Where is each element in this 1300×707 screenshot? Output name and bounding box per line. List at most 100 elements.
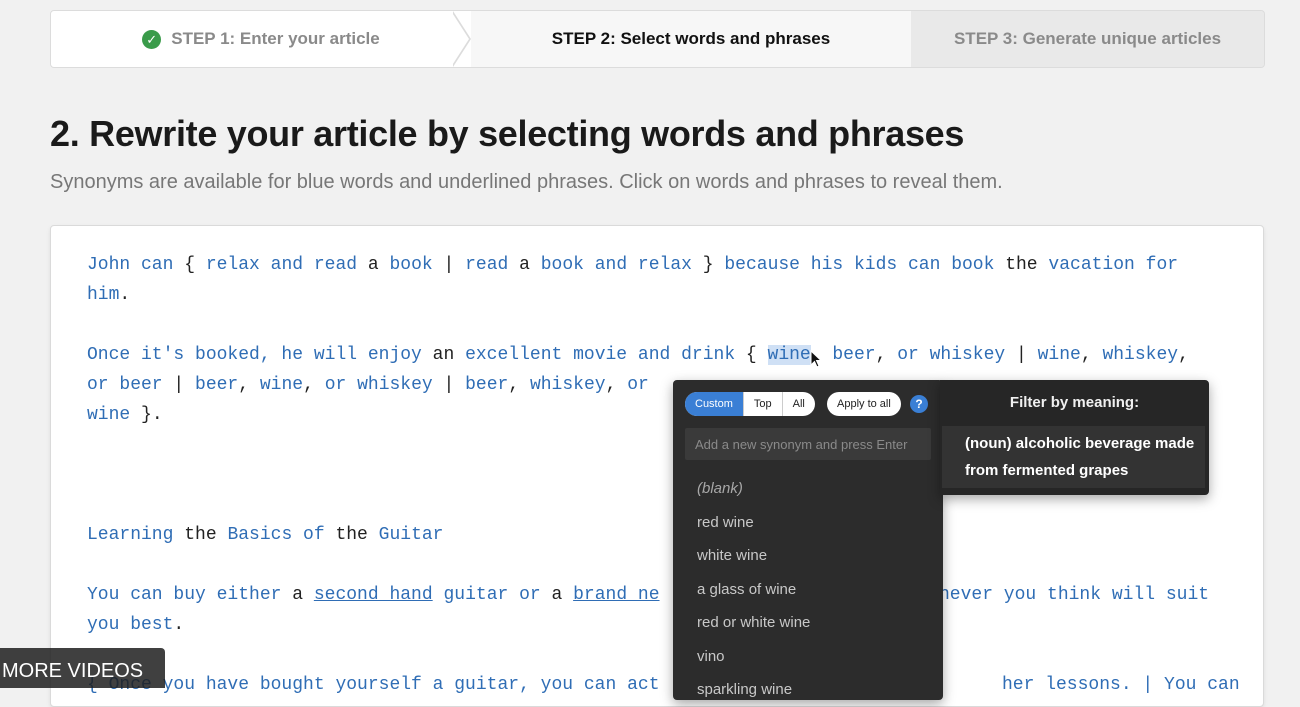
- step-arrow: [889, 11, 907, 67]
- plain-text: a: [281, 585, 314, 605]
- synonym-word[interactable]: wine: [767, 345, 811, 365]
- step-progress: ✓ STEP 1: Enter your article STEP 2: Sel…: [50, 10, 1265, 68]
- synonym-word[interactable]: or whiskey: [325, 375, 433, 395]
- synonym-item[interactable]: red or white wine: [673, 606, 943, 640]
- synonym-word[interactable]: him: [87, 285, 119, 305]
- step-2[interactable]: STEP 2: Select words and phrases: [471, 11, 911, 67]
- synonym-item[interactable]: vino: [673, 640, 943, 674]
- article-line[interactable]: Once it's booked, he will enjoy an excel…: [87, 345, 1189, 365]
- plain-text: the: [173, 525, 228, 545]
- synonym-word[interactable]: second hand: [314, 585, 433, 605]
- check-icon: ✓: [142, 29, 162, 49]
- help-icon[interactable]: ?: [910, 395, 928, 413]
- synonym-word[interactable]: wine: [87, 405, 130, 425]
- meaning-option[interactable]: (noun) alcoholic beverage made from ferm…: [942, 426, 1205, 488]
- plain-text: ,: [875, 345, 898, 365]
- synonym-word[interactable]: guitar or: [443, 585, 540, 605]
- article-line[interactable]: or beer | beer, wine, or whiskey | beer,…: [87, 375, 649, 395]
- synonym-word[interactable]: beer: [195, 375, 238, 395]
- synonym-source-toggle: Custom Top All: [685, 392, 815, 416]
- plain-text: ,: [508, 375, 530, 395]
- synonym-item[interactable]: white wine: [673, 539, 943, 573]
- plain-text: a: [508, 255, 541, 275]
- article-heading-line[interactable]: Learning the Basics of the Guitar: [87, 525, 443, 545]
- synonym-word[interactable]: Once it's booked, he will enjoy: [87, 345, 422, 365]
- plain-text: .: [119, 285, 131, 305]
- filter-title: Filter by meaning:: [1009, 394, 1140, 411]
- step-1[interactable]: ✓ STEP 1: Enter your article: [51, 11, 471, 67]
- synonym-word[interactable]: Guitar: [379, 525, 444, 545]
- article-line[interactable]: wine }.: [87, 405, 163, 425]
- plain-text: ,: [1178, 345, 1189, 365]
- synonym-item[interactable]: sparkling wine: [673, 673, 943, 707]
- synonym-item[interactable]: a glass of wine: [673, 573, 943, 607]
- synonym-word[interactable]: Learning: [87, 525, 173, 545]
- step-3-label: STEP 3: Generate unique articles: [953, 29, 1222, 48]
- plain-text: |: [162, 375, 196, 395]
- plain-text: .: [173, 615, 185, 635]
- meaning-filter-panel: Filter by meaning: (noun) alcoholic beve…: [940, 380, 1209, 495]
- step-1-label: STEP 1: Enter your article: [171, 29, 380, 48]
- mouse-cursor-icon: [810, 350, 822, 368]
- synonym-word[interactable]: { Once you have bought yourself a guitar…: [87, 675, 660, 695]
- plain-text: a: [357, 255, 390, 275]
- synonym-word[interactable]: because his kids can book: [724, 255, 994, 275]
- toggle-top[interactable]: Top: [742, 392, 782, 416]
- synonym-word[interactable]: read: [465, 255, 508, 275]
- plain-text: the: [994, 255, 1049, 275]
- plain-text: ,: [1080, 345, 1103, 365]
- article-line[interactable]: You can buy either a second hand guitar …: [87, 585, 660, 605]
- step-2-label: STEP 2: Select words and phrases: [551, 29, 831, 48]
- new-synonym-input[interactable]: [685, 428, 931, 460]
- synonym-word[interactable]: brand ne: [573, 585, 659, 605]
- article-line[interactable]: you best.: [87, 615, 184, 635]
- step-3[interactable]: STEP 3: Generate unique articles: [911, 11, 1264, 67]
- article-line[interactable]: { Once you have bought yourself a guitar…: [87, 675, 660, 695]
- synonym-word[interactable]: book and relax: [541, 255, 692, 275]
- synonym-word[interactable]: John can: [87, 255, 173, 275]
- plain-text: an: [421, 345, 466, 365]
- article-line[interactable]: her lessons. | You can: [1002, 675, 1240, 695]
- synonym-word[interactable]: Basics of: [227, 525, 324, 545]
- plain-text: the: [324, 525, 379, 545]
- article-line[interactable]: never you think will suit: [939, 585, 1209, 605]
- plain-text: |: [432, 255, 466, 275]
- meaning-text-line: (noun) alcoholic beverage made: [965, 435, 1195, 452]
- synonym-word[interactable]: whiskey: [1102, 345, 1178, 365]
- plain-text: ,: [303, 375, 325, 395]
- synonym-word[interactable]: never you think will suit: [939, 585, 1209, 605]
- synonym-word[interactable]: vacation for: [1048, 255, 1178, 275]
- synonym-word[interactable]: beer: [465, 375, 508, 395]
- synonym-word[interactable]: wine: [1038, 345, 1081, 365]
- synonym-word[interactable]: relax and read: [206, 255, 357, 275]
- synonym-word[interactable]: You can buy either: [87, 585, 281, 605]
- meaning-text-line: from fermented grapes: [965, 462, 1129, 479]
- synonym-word[interactable]: whiskey: [530, 375, 606, 395]
- synonym-word[interactable]: or beer: [87, 375, 163, 395]
- toggle-all[interactable]: All: [781, 392, 815, 416]
- plain-text: }: [691, 255, 725, 275]
- synonym-word[interactable]: excellent movie and drink: [465, 345, 735, 365]
- synonym-word[interactable]: wine: [260, 375, 303, 395]
- plain-text: |: [1005, 345, 1038, 365]
- apply-to-all-button[interactable]: Apply to all: [827, 392, 901, 416]
- more-videos-button[interactable]: MORE VIDEOS: [0, 648, 165, 688]
- synonym-word[interactable]: or whiskey: [897, 345, 1005, 365]
- plain-text: [433, 585, 444, 605]
- plain-text: ,: [605, 375, 628, 395]
- synonym-word[interactable]: beer: [832, 345, 875, 365]
- plain-text: ,: [238, 375, 260, 395]
- synonym-list: (blank) red wine white wine a glass of w…: [673, 472, 943, 707]
- synonym-word[interactable]: book: [389, 255, 432, 275]
- synonym-popup: Custom Top All Apply to all ? (blank) re…: [673, 380, 943, 700]
- page-title: 2. Rewrite your article by selecting wor…: [50, 113, 965, 154]
- toggle-custom[interactable]: Custom: [685, 392, 743, 416]
- plain-text: }.: [130, 405, 163, 425]
- synonym-word[interactable]: you best: [87, 615, 173, 635]
- synonym-item[interactable]: (blank): [673, 472, 943, 506]
- article-line[interactable]: him.: [87, 285, 130, 305]
- synonym-item[interactable]: red wine: [673, 506, 943, 540]
- synonym-word[interactable]: her lessons. | You can: [1002, 675, 1240, 695]
- article-line[interactable]: John can { relax and read a book | read …: [87, 255, 1178, 275]
- synonym-word[interactable]: or: [627, 375, 649, 395]
